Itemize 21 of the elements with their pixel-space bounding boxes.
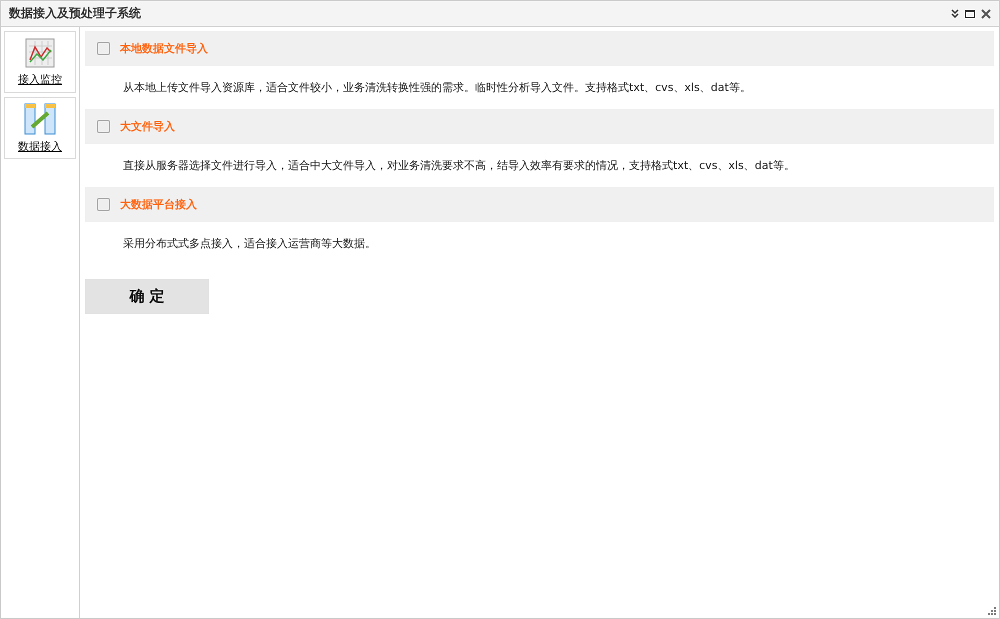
- sidebar-label: 数据接入: [18, 138, 62, 154]
- line-chart-icon: [25, 38, 55, 68]
- sidebar-item[interactable]: 数据接入: [4, 97, 76, 159]
- section-description: 从本地上传文件导入资源库，适合文件较小，业务清洗转换性强的需求。临时性分析导入文件。支持格式txt、cvs、xls、dat等。: [123, 81, 751, 94]
- section-title: 本地数据文件导入: [120, 41, 208, 56]
- maximize-icon[interactable]: [965, 10, 975, 18]
- sidebar-item[interactable]: 接入监控: [4, 31, 76, 93]
- checkbox[interactable]: [97, 198, 110, 211]
- collapse-icon[interactable]: [951, 9, 959, 18]
- section-title: 大文件导入: [120, 119, 175, 134]
- checkbox[interactable]: [97, 120, 110, 133]
- window-title: 数据接入及预处理子系统: [9, 5, 142, 22]
- section-title: 大数据平台接入: [120, 197, 197, 212]
- table-link-icon: [24, 102, 56, 134]
- section-description: 采用分布式式多点接入，适合接入运营商等大数据。: [123, 237, 376, 250]
- close-icon[interactable]: [981, 8, 991, 18]
- confirm-button[interactable]: 确 定: [85, 279, 209, 314]
- resize-grip-icon[interactable]: [987, 606, 997, 616]
- sidebar-label: 接入监控: [18, 72, 62, 86]
- section-description: 直接从服务器选择文件进行导入，适合中大文件导入，对业务清洗要求不高，结导入效率有要求的情况，支持格式txt、cvs、xls、dat等。: [123, 159, 795, 172]
- checkbox[interactable]: [97, 42, 110, 55]
